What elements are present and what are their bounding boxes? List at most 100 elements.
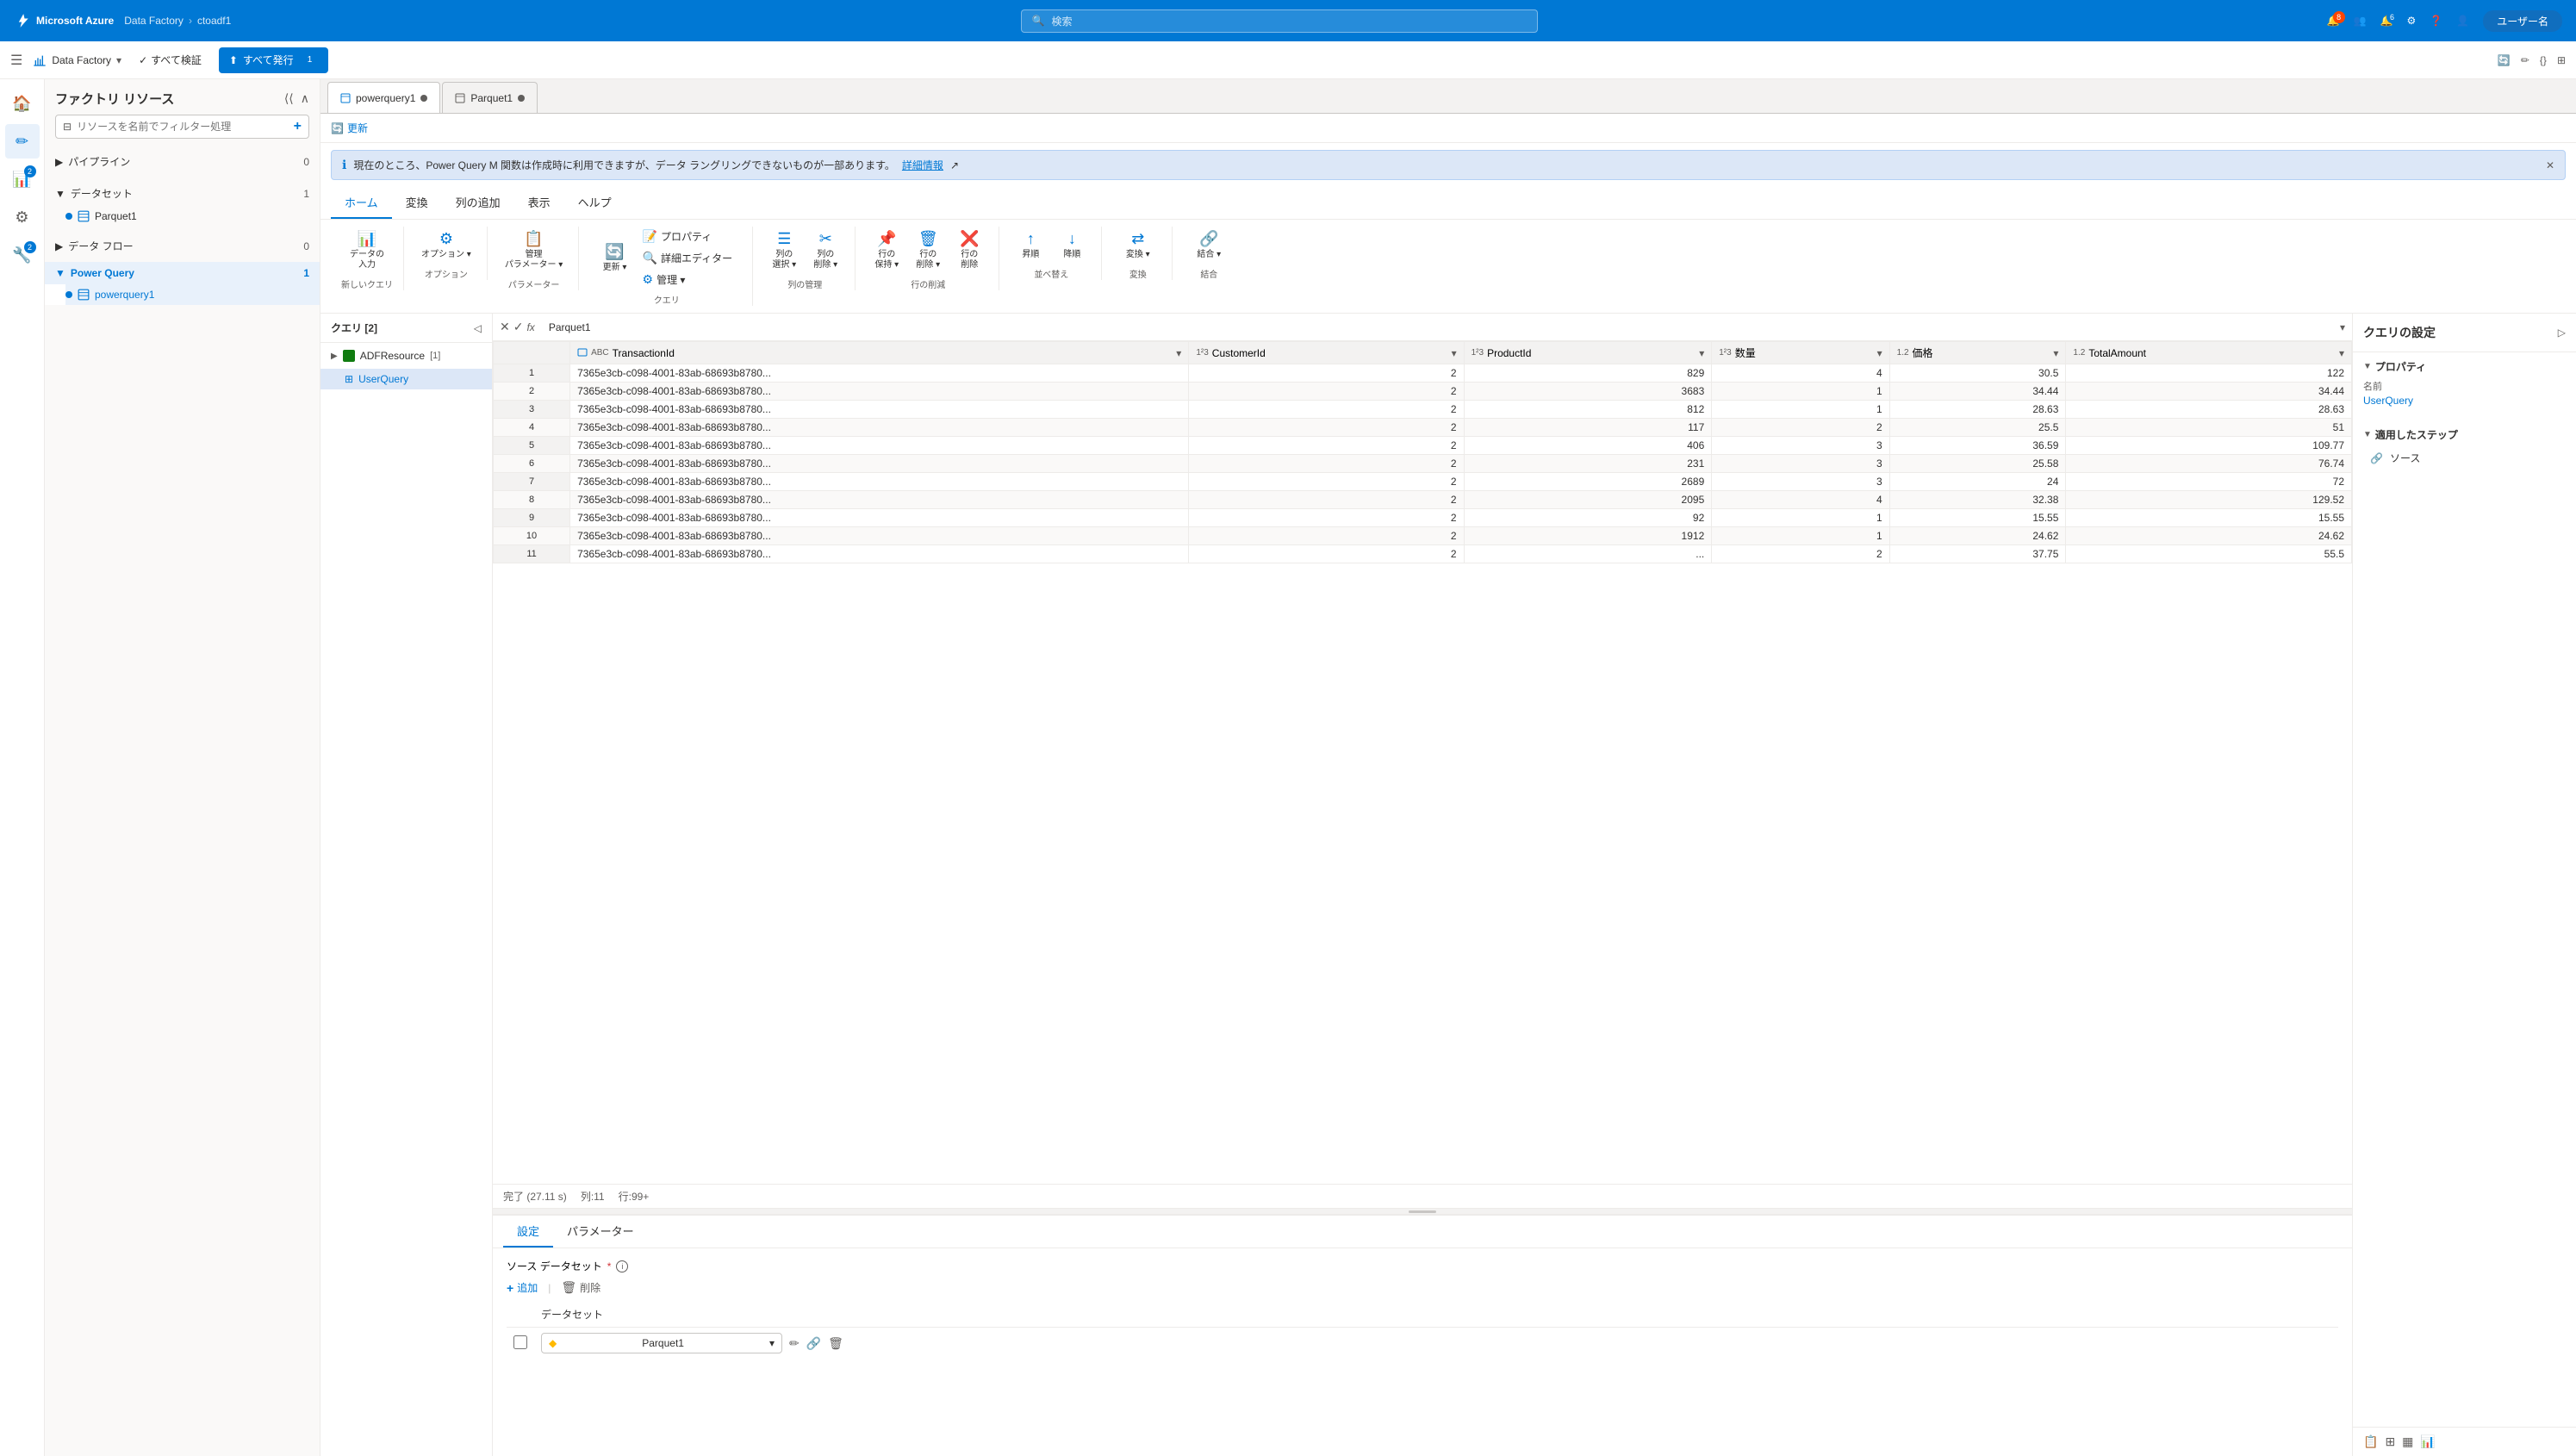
ribbon-tab-view[interactable]: 表示 [514, 187, 564, 219]
search-bar[interactable]: 🔍 検索 [1021, 9, 1538, 33]
row-remove-button[interactable]: ❌ 行の削除 [950, 227, 988, 274]
chevron-down-icon-3[interactable]: ▼ [2363, 362, 2372, 371]
table-header-customerid[interactable]: 1²3 CustomerId ▾ [1189, 342, 1464, 364]
add-dataset-button[interactable]: + 追加 [507, 1280, 538, 1295]
manage-params-button[interactable]: 📋 管理パラメーター ▾ [500, 227, 569, 274]
settings-tab-settings[interactable]: 設定 [503, 1216, 553, 1248]
account-icon[interactable]: 👤 [2456, 15, 2469, 27]
dataset-section-header[interactable]: ▼ データセット 1 [45, 181, 320, 206]
data-table-scroll[interactable]: ABC TransactionId ▾ 1²3 Customer [493, 341, 2352, 1184]
query-item-userquery[interactable]: ⊞ UserQuery [320, 369, 492, 389]
breadcrumb-item-1[interactable]: Data Factory [124, 15, 184, 27]
ribbon-tab-transform[interactable]: 変換 [392, 187, 442, 219]
activity-manage[interactable]: ⚙ [5, 200, 40, 234]
row-delete-button[interactable]: 🗑 行の削除 ▾ [909, 227, 947, 274]
pipeline-section-header[interactable]: ▶ パイプライン 0 [45, 149, 320, 174]
powerquery-section-header[interactable]: ▼ Power Query 1 [45, 262, 320, 284]
manage-button[interactable]: ⚙ 管理 ▾ [638, 270, 738, 289]
dataset-select[interactable]: ◆ Parquet1 ▾ [541, 1333, 782, 1353]
dataset-link-button[interactable]: 🔗 [806, 1336, 821, 1351]
collapse-handle[interactable] [493, 1208, 2352, 1215]
code-icon[interactable]: {} [2540, 54, 2547, 66]
applied-step-source[interactable]: 🔗 ソース [2363, 447, 2566, 469]
factory-chevron[interactable]: ▾ [116, 54, 121, 66]
refresh-icon[interactable]: 🔄 [2498, 54, 2511, 66]
formula-expand-icon[interactable]: ▾ [2340, 321, 2345, 333]
table-header-productid[interactable]: 1²3 ProductId ▾ [1464, 342, 1712, 364]
sort-desc-button[interactable]: ↓ 降順 [1053, 227, 1091, 264]
transform-button[interactable]: ⇄ 変換 ▾ [1119, 227, 1157, 264]
col-filter-productid[interactable]: ▾ [1699, 347, 1704, 359]
col-select-button[interactable]: ☰ 列の選択 ▾ [765, 227, 803, 274]
table-header-total[interactable]: 1.2 TotalAmount ▾ [2066, 342, 2352, 364]
right-icon-1[interactable]: 📋 [2363, 1434, 2378, 1449]
dataset-delete-button[interactable]: 🗑 [828, 1336, 843, 1351]
col-delete-button[interactable]: ✂ 列の削除 ▾ [806, 227, 844, 274]
notification-icon[interactable]: 🔔 8 [2327, 15, 2340, 27]
powerquery-item-powerquery1[interactable]: powerquery1 [65, 284, 320, 305]
dataset-checkbox[interactable] [513, 1335, 527, 1349]
table-header-qty[interactable]: 1²3 数量 ▾ [1712, 342, 1889, 364]
options-button[interactable]: ⚙ オプション ▾ [416, 227, 476, 264]
settings-tab-params[interactable]: パラメーター [553, 1216, 648, 1248]
row-keep-button[interactable]: 📌 行の保持 ▾ [868, 227, 905, 274]
formula-check-icon[interactable]: ✓ [513, 320, 524, 334]
advanced-editor-button[interactable]: 🔍 詳細エディター [638, 248, 738, 268]
info-tooltip-icon[interactable]: i [616, 1260, 628, 1272]
formula-close-icon[interactable]: ✕ [500, 320, 510, 334]
dataset-edit-button[interactable]: ✏ [789, 1336, 800, 1351]
delete-dataset-button[interactable]: 🗑 削除 [561, 1280, 600, 1295]
refresh-button[interactable]: 🔄 更新 [331, 121, 368, 135]
settings-icon[interactable]: ⚙ [2407, 15, 2417, 27]
verify-button[interactable]: ✓ すべて検証 [132, 49, 208, 71]
query-item-name: UserQuery [358, 373, 408, 385]
ribbon-tab-home[interactable]: ホーム [331, 187, 392, 219]
info-close-icon[interactable]: ✕ [2546, 159, 2554, 171]
adf-resource-header[interactable]: ▶ ADFResource [1] [320, 346, 492, 365]
chevron-down-icon-4[interactable]: ▼ [2363, 430, 2372, 439]
data-input-button[interactable]: 📊 データの入力 [345, 227, 389, 274]
breadcrumb-item-2[interactable]: ctoadf1 [197, 15, 231, 27]
table-header-price[interactable]: 1.2 価格 ▾ [1889, 342, 2066, 364]
edit-icon[interactable]: ✏ [2521, 54, 2529, 66]
activity-monitor[interactable]: 📊 2 [5, 162, 40, 196]
col-filter-total[interactable]: ▾ [2339, 347, 2344, 359]
query-list-toggle[interactable]: ◁ [474, 322, 482, 334]
alert-icon[interactable]: 🔔 6 [2380, 15, 2393, 27]
right-icon-3[interactable]: ▦ [2402, 1434, 2413, 1449]
dataflow-section-header[interactable]: ▶ データ フロー 0 [45, 233, 320, 258]
chevron-up-icon[interactable]: ∧ [301, 91, 309, 106]
ribbon-tab-add-column[interactable]: 列の追加 [442, 187, 514, 219]
publish-button[interactable]: ⬆ すべて発行 1 [219, 47, 328, 73]
ribbon-tab-help[interactable]: ヘルプ [564, 187, 625, 219]
table-header-transactionid[interactable]: ABC TransactionId ▾ [570, 342, 1189, 364]
col-filter-customerid[interactable]: ▾ [1452, 347, 1457, 359]
grid-icon[interactable]: ⊞ [2557, 54, 2566, 66]
col-filter-qty[interactable]: ▾ [1877, 347, 1882, 359]
user-pill[interactable]: ユーザー名 [2483, 10, 2562, 32]
tab-powerquery1[interactable]: powerquery1 [327, 82, 440, 113]
cell-qty: 4 [1712, 364, 1889, 383]
sort-asc-button[interactable]: ↑ 昇順 [1011, 227, 1049, 264]
source-dataset-label: ソース データセット * i [507, 1259, 2338, 1273]
add-resource-icon[interactable]: + [294, 119, 302, 134]
right-icon-2[interactable]: ⊞ [2385, 1434, 2395, 1449]
activity-edit[interactable]: ✏ [5, 124, 40, 159]
resource-filter-input[interactable] [77, 121, 289, 133]
col-filter-transactionid[interactable]: ▾ [1176, 347, 1181, 359]
right-icon-4[interactable]: 📊 [2420, 1434, 2435, 1449]
dataset-item-parquet1[interactable]: Parquet1 [65, 206, 320, 227]
properties-button[interactable]: 📝 プロパティ [638, 227, 738, 246]
right-panel-expand-icon[interactable]: ▷ [2558, 327, 2566, 339]
activity-home[interactable]: 🏠 [5, 86, 40, 121]
activity-more[interactable]: 🔧 2 [5, 238, 40, 272]
refresh-query-button[interactable]: 🔄 更新 ▾ [596, 240, 634, 277]
combine-button[interactable]: 🔗 結合 ▾ [1190, 227, 1228, 264]
users-icon[interactable]: 👥 [2354, 15, 2367, 27]
menu-toggle[interactable]: ☰ [10, 52, 22, 69]
info-link[interactable]: 詳細情報 [902, 158, 943, 172]
col-filter-price[interactable]: ▾ [2053, 347, 2058, 359]
help-icon[interactable]: ❓ [2430, 15, 2442, 27]
collapse-icon[interactable]: ⟨⟨ [284, 91, 294, 106]
tab-parquet1[interactable]: Parquet1 [442, 82, 538, 113]
